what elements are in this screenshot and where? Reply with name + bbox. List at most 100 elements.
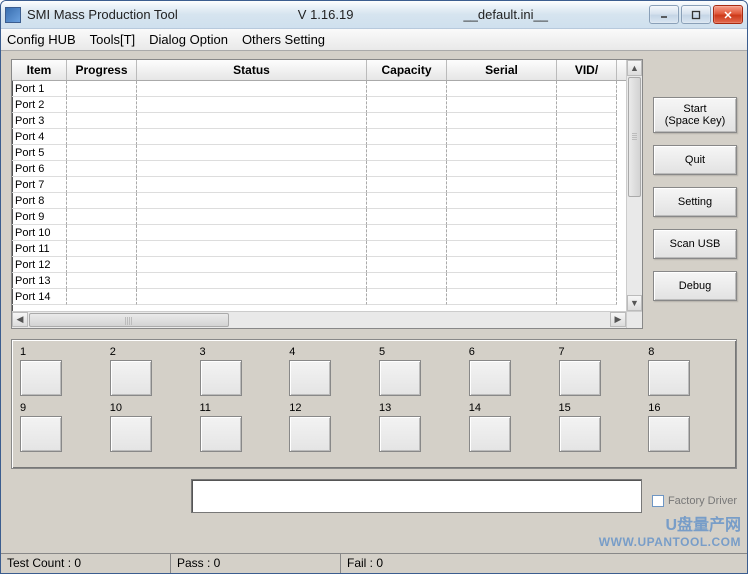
watermark: U盘量产网 WWW.UPANTOOL.COM bbox=[599, 511, 741, 549]
minimize-button[interactable] bbox=[649, 5, 679, 24]
scroll-right-button[interactable]: ▶ bbox=[610, 312, 626, 327]
status-pass: Pass : 0 bbox=[171, 554, 341, 573]
debug-button[interactable]: Debug bbox=[653, 271, 737, 301]
cell-capacity bbox=[367, 145, 447, 161]
port-box[interactable] bbox=[469, 360, 511, 396]
col-capacity[interactable]: Capacity bbox=[367, 60, 447, 80]
client-area: Item Progress Status Capacity Serial VID… bbox=[1, 51, 747, 553]
table-row[interactable]: Port 14 bbox=[12, 289, 642, 305]
port-box[interactable] bbox=[648, 416, 690, 452]
port-indicator-5[interactable]: 5 bbox=[379, 346, 459, 396]
table-row[interactable]: Port 1 bbox=[12, 81, 642, 97]
table-row[interactable]: Port 8 bbox=[12, 193, 642, 209]
scan-usb-button[interactable]: Scan USB bbox=[653, 229, 737, 259]
horizontal-scrollbar[interactable]: ◀ ▶ bbox=[12, 311, 626, 328]
cell-status bbox=[137, 81, 367, 97]
col-serial[interactable]: Serial bbox=[447, 60, 557, 80]
port-label: 9 bbox=[20, 402, 26, 414]
close-button[interactable] bbox=[713, 5, 743, 24]
table-row[interactable]: Port 5 bbox=[12, 145, 642, 161]
port-box[interactable] bbox=[200, 416, 242, 452]
table-row[interactable]: Port 6 bbox=[12, 161, 642, 177]
scroll-thumb-horizontal[interactable] bbox=[29, 313, 229, 327]
setting-button[interactable]: Setting bbox=[653, 187, 737, 217]
port-indicator-15[interactable]: 15 bbox=[559, 402, 639, 452]
table-row[interactable]: Port 2 bbox=[12, 97, 642, 113]
port-indicator-7[interactable]: 7 bbox=[559, 346, 639, 396]
port-indicator-10[interactable]: 10 bbox=[110, 402, 190, 452]
cell-serial bbox=[447, 81, 557, 97]
port-box[interactable] bbox=[559, 416, 601, 452]
titlebar[interactable]: SMI Mass Production Tool V 1.16.19 __def… bbox=[1, 1, 747, 29]
port-box[interactable] bbox=[648, 360, 690, 396]
start-button[interactable]: Start (Space Key) bbox=[653, 97, 737, 133]
port-box[interactable] bbox=[20, 416, 62, 452]
port-grid[interactable]: Item Progress Status Capacity Serial VID… bbox=[11, 59, 643, 329]
app-window: SMI Mass Production Tool V 1.16.19 __def… bbox=[0, 0, 748, 574]
table-row[interactable]: Port 10 bbox=[12, 225, 642, 241]
vertical-scrollbar[interactable]: ▲ ▼ bbox=[626, 60, 642, 311]
table-row[interactable]: Port 13 bbox=[12, 273, 642, 289]
port-indicator-9[interactable]: 9 bbox=[20, 402, 100, 452]
grid-body[interactable]: Port 1Port 2Port 3Port 4Port 5Port 6Port… bbox=[12, 81, 642, 328]
port-box[interactable] bbox=[110, 360, 152, 396]
cell-vid bbox=[557, 289, 617, 305]
cell-capacity bbox=[367, 177, 447, 193]
menu-tools[interactable]: Tools[T] bbox=[90, 32, 136, 47]
port-label: 14 bbox=[469, 402, 481, 414]
log-box[interactable] bbox=[191, 479, 642, 513]
scroll-up-button[interactable]: ▲ bbox=[627, 60, 642, 76]
table-row[interactable]: Port 12 bbox=[12, 257, 642, 273]
cell-capacity bbox=[367, 81, 447, 97]
factory-driver-checkbox[interactable]: Factory Driver bbox=[652, 479, 737, 513]
port-indicator-11[interactable]: 11 bbox=[200, 402, 280, 452]
table-row[interactable]: Port 3 bbox=[12, 113, 642, 129]
cell-capacity bbox=[367, 241, 447, 257]
cell-vid bbox=[557, 241, 617, 257]
maximize-button[interactable] bbox=[681, 5, 711, 24]
port-box[interactable] bbox=[289, 360, 331, 396]
port-label: 8 bbox=[648, 346, 654, 358]
col-progress[interactable]: Progress bbox=[67, 60, 137, 80]
menu-config-hub[interactable]: Config HUB bbox=[7, 32, 76, 47]
port-box[interactable] bbox=[559, 360, 601, 396]
table-row[interactable]: Port 7 bbox=[12, 177, 642, 193]
table-row[interactable]: Port 11 bbox=[12, 241, 642, 257]
table-row[interactable]: Port 4 bbox=[12, 129, 642, 145]
cell-serial bbox=[447, 145, 557, 161]
scroll-thumb-vertical[interactable] bbox=[628, 77, 641, 197]
scroll-down-button[interactable]: ▼ bbox=[627, 295, 642, 311]
table-row[interactable]: Port 9 bbox=[12, 209, 642, 225]
cell-serial bbox=[447, 257, 557, 273]
watermark-line1: U盘量产网 bbox=[599, 511, 741, 535]
menu-others-setting[interactable]: Others Setting bbox=[242, 32, 325, 47]
port-box[interactable] bbox=[200, 360, 242, 396]
checkbox-icon[interactable] bbox=[652, 495, 664, 507]
col-status[interactable]: Status bbox=[137, 60, 367, 80]
port-box[interactable] bbox=[469, 416, 511, 452]
port-indicator-6[interactable]: 6 bbox=[469, 346, 549, 396]
port-indicator-12[interactable]: 12 bbox=[289, 402, 369, 452]
port-indicator-16[interactable]: 16 bbox=[648, 402, 728, 452]
port-indicator-4[interactable]: 4 bbox=[289, 346, 369, 396]
cell-item: Port 8 bbox=[12, 193, 67, 209]
cell-serial bbox=[447, 113, 557, 129]
scroll-left-button[interactable]: ◀ bbox=[12, 312, 28, 327]
menu-dialog-option[interactable]: Dialog Option bbox=[149, 32, 228, 47]
cell-vid bbox=[557, 97, 617, 113]
quit-button[interactable]: Quit bbox=[653, 145, 737, 175]
port-indicator-13[interactable]: 13 bbox=[379, 402, 459, 452]
port-indicator-3[interactable]: 3 bbox=[200, 346, 280, 396]
col-vid[interactable]: VID/ bbox=[557, 60, 617, 80]
cell-vid bbox=[557, 113, 617, 129]
port-indicator-14[interactable]: 14 bbox=[469, 402, 549, 452]
col-item[interactable]: Item bbox=[12, 60, 67, 80]
port-indicator-2[interactable]: 2 bbox=[110, 346, 190, 396]
port-box[interactable] bbox=[379, 360, 421, 396]
port-indicator-1[interactable]: 1 bbox=[20, 346, 100, 396]
port-box[interactable] bbox=[20, 360, 62, 396]
port-box[interactable] bbox=[110, 416, 152, 452]
port-box[interactable] bbox=[289, 416, 331, 452]
port-box[interactable] bbox=[379, 416, 421, 452]
port-indicator-8[interactable]: 8 bbox=[648, 346, 728, 396]
